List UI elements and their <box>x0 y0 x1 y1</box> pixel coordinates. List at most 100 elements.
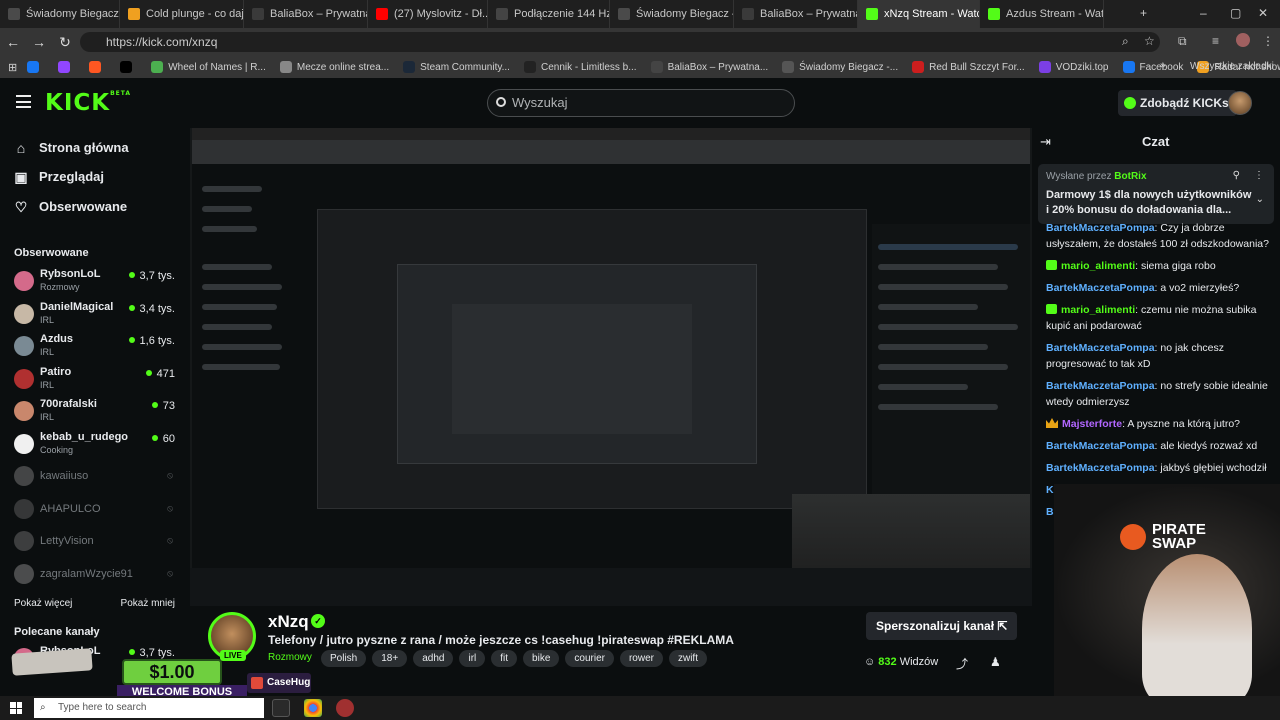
bookmark[interactable]: Cennik - Limitless b... <box>523 61 637 73</box>
more-bookmarks-icon[interactable]: » <box>1160 60 1166 71</box>
chat-username[interactable]: Majsterforte <box>1062 418 1122 430</box>
followed-channel[interactable]: kawaiiuso ⦸ <box>14 462 179 492</box>
get-kicks-button[interactable]: Zdobądź KICKs <box>1118 90 1237 116</box>
chat-username[interactable]: mario_alimenti <box>1061 304 1135 316</box>
new-tab-icon[interactable]: + <box>1140 6 1147 20</box>
star-icon[interactable]: ☆ <box>1144 34 1155 48</box>
stream-tag[interactable]: adhd <box>413 650 454 667</box>
followed-channel[interactable]: 700rafalski IRL 73 <box>14 397 179 427</box>
followed-channel[interactable]: AHAPULCO ⦸ <box>14 495 179 525</box>
minimize-icon[interactable]: – <box>1200 6 1207 20</box>
chat-messages: BartekMaczetaPompa: Czy ja dobrze usłysz… <box>1046 220 1272 526</box>
search-icon <box>496 97 506 107</box>
nav-browse[interactable]: ▣ Przeglądaj <box>14 169 104 184</box>
browser-tab[interactable]: Cold plunge - co dają...✕ <box>120 0 244 28</box>
browser-tab[interactable]: xNzq Stream - Watch ...✕ <box>858 0 980 28</box>
streamer-name[interactable]: xNzq <box>268 612 309 632</box>
nav-home[interactable]: ⌂ Strona główna <box>14 140 129 155</box>
bookmark[interactable]: Wheel of Names | R... <box>151 61 266 73</box>
kick-logo[interactable]: KICKBETA <box>45 90 131 116</box>
external-link-icon: ⇱ <box>997 619 1008 633</box>
apps-icon[interactable]: ⊞ <box>8 61 17 74</box>
forward-icon[interactable]: → <box>26 34 52 50</box>
bookmark[interactable]: VODziki.top <box>1038 61 1109 73</box>
followed-channel[interactable]: LettyVision ⦸ <box>14 527 179 557</box>
followed-channel[interactable]: Patiro IRL 471 <box>14 365 179 395</box>
chat-username[interactable]: BartekMaczetaPompa <box>1046 462 1155 474</box>
pin-icon: ⚲ <box>1232 170 1240 181</box>
stream-tag[interactable]: irl <box>459 650 486 667</box>
browser-tab[interactable]: Podłączenie 144 Hz B...✕ <box>488 0 610 28</box>
chat-username[interactable]: BartekMaczetaPompa <box>1046 440 1155 452</box>
search-input[interactable]: Wyszukaj <box>487 89 795 117</box>
menu-icon[interactable]: ⋮ <box>1262 34 1274 48</box>
browser-tab[interactable]: Azdus Stream - Watc...✕ <box>980 0 1104 28</box>
followed-channel[interactable]: zagralamWzycie91 ⦸ <box>14 560 179 590</box>
bookmark[interactable] <box>120 61 137 73</box>
browser-tab[interactable]: BaliaBox – Prywatna S...✕ <box>244 0 368 28</box>
followed-channel[interactable]: RybsonLoL Rozmowy 3,7 tys. <box>14 267 179 297</box>
crown-badge-icon <box>1046 418 1058 428</box>
bookmark[interactable] <box>58 61 75 73</box>
back-icon[interactable]: ← <box>0 34 26 50</box>
url-field[interactable]: https://kick.com/xnzq <box>80 32 1160 52</box>
chat-username[interactable]: BartekMaczetaPompa <box>1046 282 1155 294</box>
bookmark-icon <box>58 61 71 73</box>
followed-channel[interactable]: DanielMagical IRL 3,4 tys. <box>14 300 179 330</box>
share-icon[interactable]: ⤴ <box>956 655 968 672</box>
zoom-icon[interactable]: ⌕ <box>1122 34 1129 49</box>
bookmark-icon <box>1122 61 1135 73</box>
show-more-link[interactable]: Pokaż więcej <box>14 598 72 609</box>
browser-tab[interactable]: Świadomy Biegacz – ...✕ <box>610 0 734 28</box>
collapse-chat-icon[interactable]: ⇥ <box>1040 134 1051 150</box>
media-icon[interactable]: ≡ <box>1212 34 1219 48</box>
menu-hamburger-icon[interactable] <box>16 95 31 108</box>
bookmark[interactable] <box>27 61 44 73</box>
chat-username[interactable]: mario_alimenti <box>1061 260 1135 272</box>
chat-username[interactable]: BartekMaczetaPompa <box>1046 342 1155 354</box>
video-player[interactable] <box>190 128 1032 606</box>
bookmark[interactable]: Mecze online strea... <box>279 61 389 73</box>
chevron-down-icon[interactable]: ⌄ <box>1256 194 1264 205</box>
pinned-message[interactable]: Wysłane przez BotRix ⚲ ⋮ ⌄ Darmowy 1$ dl… <box>1038 164 1274 224</box>
nav-following[interactable]: ♡ Obserwowane <box>14 199 127 214</box>
followed-channel[interactable]: Azdus IRL 1,6 tys. <box>14 332 179 362</box>
more-options-icon[interactable]: ⋮ <box>1254 170 1264 181</box>
channel-avatar <box>14 531 34 551</box>
stream-tag[interactable]: zwift <box>668 650 707 667</box>
followed-channel[interactable]: kebab_u_rudego Cooking 60 <box>14 430 179 460</box>
stream-tag[interactable]: fit <box>491 650 518 667</box>
bookmark[interactable]: Świadomy Biegacz -... <box>782 61 898 73</box>
chat-username[interactable]: BartekMaczetaPompa <box>1046 380 1155 392</box>
windows-start-icon[interactable] <box>10 702 22 714</box>
all-bookmarks[interactable]: Wszystkie zakładki <box>1190 61 1274 72</box>
profile-avatar[interactable] <box>1236 33 1250 47</box>
extensions-icon[interactable]: ⧉ <box>1178 34 1187 49</box>
terminal-icon[interactable] <box>272 699 290 717</box>
bookmark[interactable]: Facebook <box>1122 61 1183 73</box>
show-less-link[interactable]: Pokaż mniej <box>121 598 175 609</box>
kicks-icon <box>1124 97 1136 109</box>
user-avatar[interactable] <box>1228 91 1252 115</box>
browser-tab[interactable]: Świadomy Biegacz – ...✕ <box>0 0 120 28</box>
maximize-icon[interactable]: ▢ <box>1230 6 1241 20</box>
stream-tag[interactable]: 18+ <box>372 650 408 667</box>
chat-username[interactable]: BartekMaczetaPompa <box>1046 222 1155 234</box>
stream-tag[interactable]: rower <box>619 650 663 667</box>
bookmark[interactable] <box>89 61 106 73</box>
bookmark[interactable]: Red Bull Szczyt For... <box>912 61 1025 73</box>
stream-tag[interactable]: courier <box>565 650 614 667</box>
stream-tag[interactable]: Polish <box>321 650 367 667</box>
stream-tag[interactable]: bike <box>523 650 560 667</box>
close-window-icon[interactable]: ✕ <box>1258 6 1268 20</box>
obs-icon[interactable] <box>336 699 354 717</box>
bookmark[interactable]: Steam Community... <box>403 61 510 73</box>
browser-tab[interactable]: (27) Myslovitz - Dł...✕ <box>368 0 488 28</box>
bookmark[interactable]: BaliaBox – Prywatna... <box>650 61 768 73</box>
chrome-icon[interactable] <box>304 699 322 717</box>
reload-icon[interactable]: ↻ <box>52 34 78 51</box>
taskbar-search[interactable]: ⌕ Type here to search <box>34 698 264 718</box>
browser-tab[interactable]: BaliaBox – Prywatna...✕ <box>734 0 858 28</box>
customize-channel-button[interactable]: Sperszonalizuj kanał ⇱ <box>866 612 1018 640</box>
follow-user-icon[interactable]: ♟ <box>990 655 1001 669</box>
